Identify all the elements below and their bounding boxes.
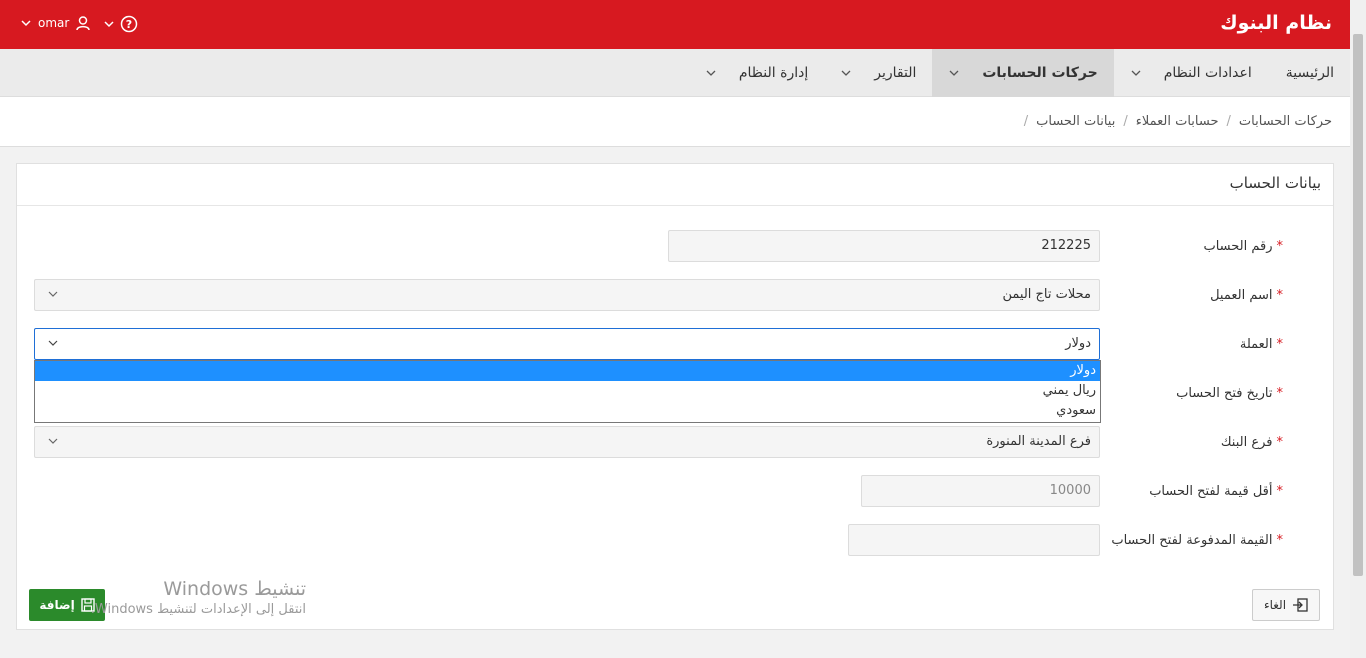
account-number-field[interactable]: 212225	[668, 230, 1100, 262]
customer-name-value: محلات تاج اليمن	[1002, 287, 1092, 302]
customer-name-select[interactable]: محلات تاج اليمن	[34, 279, 1100, 311]
currency-option[interactable]: دولار	[35, 361, 1100, 381]
chevron-down-icon	[48, 291, 58, 297]
breadcrumb-item[interactable]: حركات الحسابات	[1239, 114, 1332, 129]
branch-label: *فرع البنك	[1220, 435, 1283, 450]
page-scrollbar[interactable]	[1350, 0, 1366, 658]
breadcrumb-item[interactable]: حسابات العملاء	[1136, 114, 1219, 129]
exit-icon	[1293, 598, 1308, 612]
currency-dropdown-list: دولار ريال يمني سعودي	[34, 360, 1101, 423]
scrollbar-thumb[interactable]	[1353, 34, 1363, 576]
nav-system-admin[interactable]: إدارة النظام	[689, 49, 824, 97]
currency-label: *العملة	[1239, 337, 1283, 352]
nav-reports-label: التقارير	[874, 65, 917, 81]
user-name: omar	[38, 16, 70, 30]
chevron-down-icon	[21, 20, 31, 27]
open-date-label: *تاريخ فتح الحساب	[1176, 386, 1283, 401]
chevron-down-icon	[706, 70, 716, 76]
help-menu[interactable]: ?	[103, 15, 138, 33]
nav-account-transactions-label: حركات الحسابات	[982, 65, 1098, 81]
customer-name-row: *اسم العميل محلات تاج اليمن	[17, 279, 1333, 313]
nav-account-transactions[interactable]: حركات الحسابات	[932, 49, 1114, 97]
account-form-panel: بيانات الحساب *رقم الحساب 212225 *اسم ال…	[16, 163, 1334, 630]
nav-system-settings-label: اعدادات النظام	[1163, 65, 1252, 81]
paid-value-row: *القيمة المدفوعة لفتح الحساب	[17, 524, 1333, 558]
min-value-field: 10000	[861, 475, 1100, 507]
currency-option[interactable]: سعودي	[35, 401, 1100, 421]
chevron-down-icon	[48, 340, 58, 346]
currency-option[interactable]: ريال يمني	[35, 381, 1100, 401]
watermark-line2: انتقل إلى الإعدادات لتنشيط Windows.	[90, 602, 306, 617]
paid-value-label: *القيمة المدفوعة لفتح الحساب	[1111, 533, 1283, 548]
nav-system-settings[interactable]: اعدادات النظام	[1114, 49, 1268, 97]
nav-home[interactable]: الرئيسية	[1268, 49, 1350, 97]
user-icon	[76, 16, 91, 31]
chevron-down-icon	[949, 70, 959, 76]
customer-name-label: *اسم العميل	[1210, 288, 1283, 303]
user-menu[interactable]: omar	[20, 15, 91, 31]
min-value-row: *أقل قيمة لفتح الحساب 10000	[17, 475, 1333, 509]
paid-value-field[interactable]	[848, 524, 1100, 556]
chevron-down-icon	[48, 438, 58, 444]
app-title: نظام البنوك	[1220, 12, 1332, 34]
cancel-button[interactable]: الغاء	[1252, 589, 1320, 621]
nav-home-label: الرئيسية	[1285, 65, 1334, 81]
panel-title: بيانات الحساب	[17, 164, 1333, 206]
currency-row: *العملة دولار	[17, 328, 1333, 362]
breadcrumb-current: بيانات الحساب	[1036, 114, 1116, 129]
nav-system-admin-label: إدارة النظام	[738, 65, 809, 81]
account-number-row: *رقم الحساب 212225	[17, 230, 1333, 264]
min-value-label: *أقل قيمة لفتح الحساب	[1149, 484, 1283, 499]
currency-select[interactable]: دولار	[34, 328, 1100, 360]
branch-value: فرع المدينة المنورة	[986, 434, 1091, 449]
app-header: نظام البنوك ? omar	[0, 0, 1350, 49]
breadcrumb-separator: /	[1123, 114, 1128, 129]
breadcrumb: حركات الحسابات / حسابات العملاء / بيانات الح…	[0, 97, 1350, 147]
svg-text:?: ?	[126, 18, 132, 31]
chevron-down-icon	[1131, 70, 1141, 76]
main-nav: الرئيسية اعدادات النظام حركات الحسابات ا…	[0, 49, 1350, 97]
windows-activation-watermark: تنشيط Windows انتقل إلى الإعدادات لتنشيط…	[66, 578, 306, 617]
nav-reports[interactable]: التقارير	[824, 49, 932, 97]
watermark-line1: تنشيط Windows	[163, 578, 306, 600]
account-number-label: *رقم الحساب	[1203, 239, 1283, 254]
help-icon: ?	[120, 15, 138, 33]
chevron-down-icon	[841, 70, 851, 76]
branch-row: *فرع البنك فرع المدينة المنورة	[17, 426, 1333, 460]
breadcrumb-separator: /	[1023, 114, 1029, 129]
cancel-button-label: الغاء	[1263, 598, 1287, 612]
branch-select[interactable]: فرع المدينة المنورة	[34, 426, 1100, 458]
chevron-down-icon	[104, 21, 114, 28]
breadcrumb-separator: /	[1226, 114, 1231, 129]
currency-value: دولار	[1065, 336, 1091, 351]
